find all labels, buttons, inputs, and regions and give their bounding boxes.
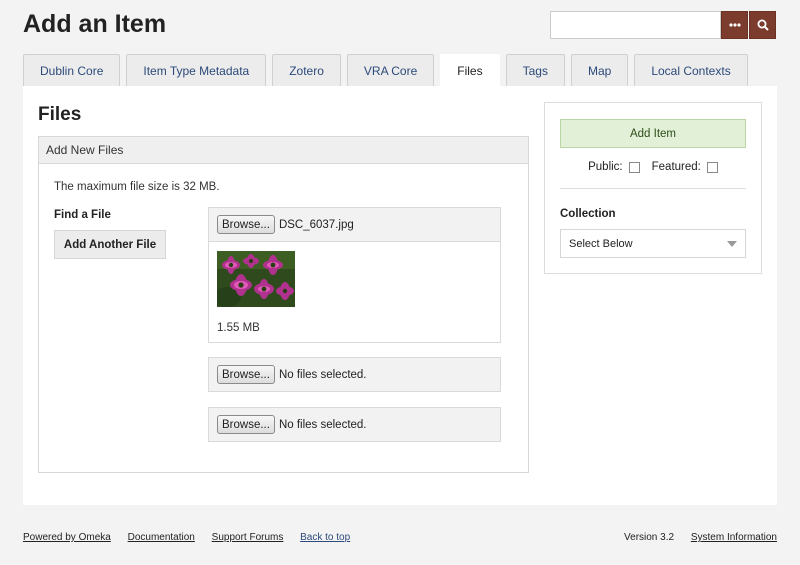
save-panel: Add Item Public: Featured: Collection Se… [544, 102, 762, 274]
fieldset-legend: Add New Files [39, 137, 528, 164]
file-input-row: Browse... No files selected. [209, 408, 500, 441]
footer-meta: Version 3.2 System Information [624, 532, 777, 543]
file-name: DSC_6037.jpg [278, 218, 354, 231]
footer-link-system-information[interactable]: System Information [691, 532, 777, 543]
file-name: No files selected. [278, 418, 367, 431]
image-thumbnail [217, 251, 295, 307]
footer-link-back-to-top[interactable]: Back to top [300, 532, 350, 543]
version-text: Version 3.2 [624, 532, 675, 543]
featured-label: Featured: [651, 161, 701, 173]
file-name: No files selected. [278, 368, 367, 381]
chevron-down-icon [727, 240, 737, 247]
public-checkbox[interactable] [628, 161, 640, 173]
tab-map[interactable]: Map [570, 54, 629, 86]
collection-select-value: Select Below [569, 237, 633, 250]
search-bar [550, 11, 776, 39]
file-preview: 1.55 MB [209, 241, 500, 342]
tab-files[interactable]: Files [440, 54, 500, 87]
max-file-size-note: The maximum file size is 32 MB. [54, 181, 220, 193]
tab-tags[interactable]: Tags [505, 54, 565, 86]
search-icon [757, 19, 769, 31]
add-files-fieldset: Add New Files The maximum file size is 3… [38, 136, 529, 473]
browse-button[interactable]: Browse... [217, 365, 275, 384]
tab-bar: Dublin Core Item Type Metadata Zotero VR… [23, 54, 754, 87]
visibility-flags: Public: Featured: [545, 161, 761, 173]
search-options-button[interactable] [721, 11, 748, 39]
ellipsis-icon [728, 23, 741, 27]
footer-link-powered-by[interactable]: Powered by Omeka [23, 532, 111, 543]
search-submit-button[interactable] [749, 11, 776, 39]
tab-vra-core[interactable]: VRA Core [346, 54, 435, 86]
tab-item-type-metadata[interactable]: Item Type Metadata [126, 54, 267, 86]
tab-dublin-core[interactable]: Dublin Core [23, 54, 121, 86]
section-title: Files [38, 104, 82, 125]
footer-links: Powered by Omeka Documentation Support F… [23, 532, 364, 543]
public-label: Public: [588, 161, 623, 173]
main-panel: Files Add New Files The maximum file siz… [23, 86, 777, 505]
add-item-button[interactable]: Add Item [560, 119, 746, 148]
find-file-label: Find a File [54, 209, 111, 221]
tab-zotero[interactable]: Zotero [272, 54, 341, 86]
browse-button[interactable]: Browse... [217, 415, 275, 434]
footer-link-documentation[interactable]: Documentation [128, 532, 195, 543]
file-input-1: Browse... DSC_6037.jpg 1.55 MB [208, 207, 501, 343]
file-input-3: Browse... No files selected. [208, 407, 501, 442]
footer-link-support-forums[interactable]: Support Forums [212, 532, 284, 543]
divider [560, 188, 746, 189]
collection-label: Collection [560, 208, 616, 220]
file-size: 1.55 MB [217, 322, 260, 334]
collection-select[interactable]: Select Below [560, 229, 746, 258]
add-another-file-button[interactable]: Add Another File [54, 230, 166, 259]
page-title: Add an Item [23, 10, 167, 38]
search-input[interactable] [550, 11, 721, 39]
featured-flag: Featured: [652, 161, 718, 173]
tab-local-contexts[interactable]: Local Contexts [634, 54, 748, 86]
file-input-2: Browse... No files selected. [208, 357, 501, 392]
file-input-row: Browse... No files selected. [209, 358, 500, 391]
featured-checkbox[interactable] [706, 161, 718, 173]
browse-button[interactable]: Browse... [217, 215, 275, 234]
public-flag: Public: [588, 161, 640, 173]
file-input-row: Browse... DSC_6037.jpg [209, 208, 500, 241]
